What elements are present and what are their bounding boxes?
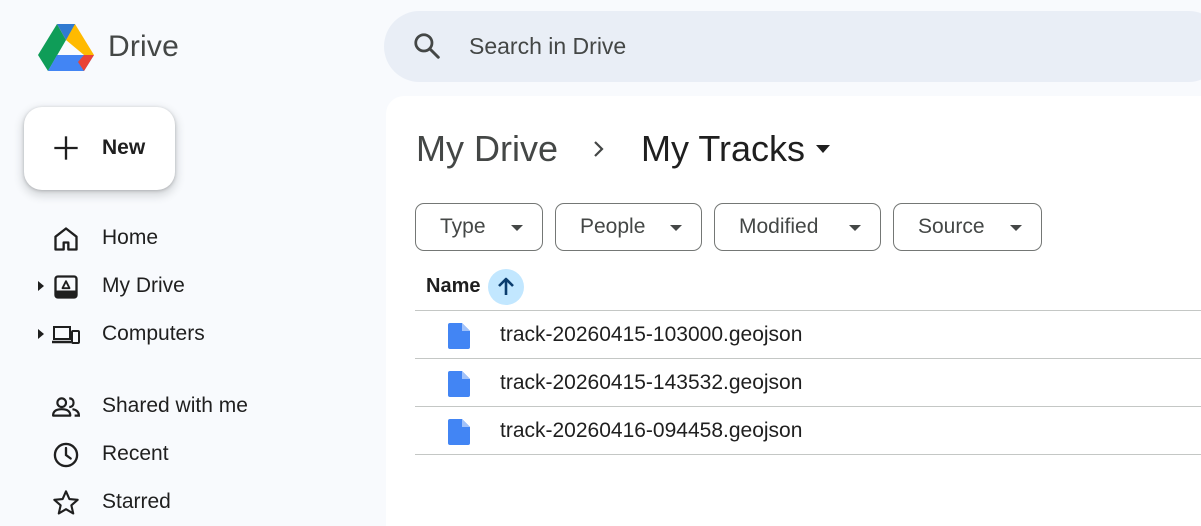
sidebar-item-starred[interactable]: Starred bbox=[0, 480, 370, 524]
table-row[interactable]: track-20260415-143532.geojson bbox=[415, 359, 1201, 406]
people-icon bbox=[52, 397, 80, 417]
file-name: track-20260415-143532.geojson bbox=[500, 371, 803, 394]
filter-type[interactable]: Type bbox=[415, 203, 543, 251]
caret-right-icon[interactable] bbox=[37, 329, 45, 339]
caret-down-icon bbox=[511, 225, 523, 231]
caret-right-icon[interactable] bbox=[37, 281, 45, 291]
table-divider bbox=[415, 454, 1201, 455]
column-header-name[interactable]: Name bbox=[426, 275, 480, 298]
table-row[interactable]: track-20260416-094458.geojson bbox=[415, 407, 1201, 454]
sidebar-item-label: Computers bbox=[102, 322, 205, 345]
sidebar-item-my-drive[interactable]: My Drive bbox=[0, 264, 370, 308]
document-icon bbox=[448, 419, 470, 445]
document-icon bbox=[448, 371, 470, 397]
file-name: track-20260416-094458.geojson bbox=[500, 419, 803, 442]
sidebar-item-label: Starred bbox=[102, 490, 171, 513]
plus-icon bbox=[54, 136, 78, 160]
caret-down-icon bbox=[670, 225, 682, 231]
search-bar[interactable]: Search in Drive bbox=[384, 11, 1201, 82]
computers-icon bbox=[52, 326, 80, 344]
caret-down-icon bbox=[849, 225, 861, 231]
sidebar-item-label: My Drive bbox=[102, 274, 185, 297]
clock-icon bbox=[53, 442, 79, 468]
star-icon bbox=[53, 490, 79, 515]
filter-modified[interactable]: Modified bbox=[714, 203, 881, 251]
filter-label: Source bbox=[918, 215, 985, 238]
document-icon bbox=[448, 323, 470, 349]
drive-app: Drive Search in Drive New Home My Drive … bbox=[0, 0, 1201, 526]
my-drive-icon bbox=[54, 275, 78, 299]
filter-label: Modified bbox=[739, 215, 819, 238]
sidebar-item-computers[interactable]: Computers bbox=[0, 312, 370, 356]
table-row[interactable]: track-20260415-103000.geojson bbox=[415, 311, 1201, 358]
search-icon[interactable] bbox=[412, 31, 442, 61]
drive-logo[interactable]: Drive bbox=[38, 22, 179, 72]
sidebar-item-home[interactable]: Home bbox=[0, 216, 370, 260]
app-name: Drive bbox=[108, 30, 180, 63]
sidebar-item-label: Home bbox=[102, 226, 159, 249]
home-icon bbox=[54, 227, 78, 251]
sidebar-item-label: Shared with me bbox=[102, 394, 248, 417]
drive-logo-icon bbox=[38, 24, 94, 71]
new-button-label: New bbox=[102, 136, 146, 159]
chevron-right-icon bbox=[594, 141, 604, 157]
caret-down-icon[interactable] bbox=[813, 143, 833, 155]
breadcrumb-parent[interactable]: My Drive bbox=[416, 128, 558, 170]
filter-source[interactable]: Source bbox=[893, 203, 1042, 251]
caret-down-icon bbox=[1010, 225, 1022, 231]
sort-button[interactable] bbox=[488, 269, 524, 305]
file-name: track-20260415-103000.geojson bbox=[500, 323, 803, 346]
sidebar-item-recent[interactable]: Recent bbox=[0, 432, 370, 476]
new-button[interactable]: New bbox=[24, 107, 175, 190]
filter-people[interactable]: People bbox=[555, 203, 702, 251]
arrow-up-icon bbox=[498, 277, 514, 295]
sidebar-item-shared-with-me[interactable]: Shared with me bbox=[0, 384, 370, 428]
filter-label: People bbox=[580, 215, 646, 238]
breadcrumb-current[interactable]: My Tracks bbox=[641, 128, 805, 170]
filter-label: Type bbox=[440, 215, 486, 238]
sidebar-item-label: Recent bbox=[102, 442, 169, 465]
search-input[interactable]: Search in Drive bbox=[469, 33, 626, 60]
